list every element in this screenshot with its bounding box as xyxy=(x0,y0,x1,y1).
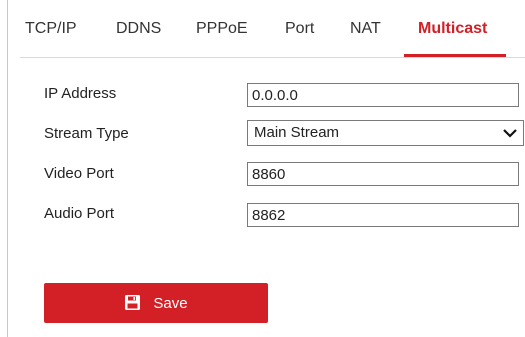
ip-address-input[interactable] xyxy=(247,83,519,107)
stream-type-selected-value: Main Stream xyxy=(254,124,340,141)
save-button-label: Save xyxy=(153,294,188,312)
chevron-down-icon xyxy=(503,129,517,138)
stream-type-select[interactable]: Main Stream xyxy=(247,120,524,146)
tab-pppoe[interactable]: PPPoE xyxy=(196,20,248,38)
tabs-divider xyxy=(20,57,525,58)
video-port-label: Video Port xyxy=(44,165,114,182)
audio-port-input[interactable] xyxy=(247,203,519,227)
tab-multicast[interactable]: Multicast xyxy=(418,20,487,38)
stream-type-label: Stream Type xyxy=(44,125,129,142)
video-port-input[interactable] xyxy=(247,162,519,186)
tab-ddns[interactable]: DDNS xyxy=(116,20,161,38)
tab-port[interactable]: Port xyxy=(285,20,314,38)
tab-nat[interactable]: NAT xyxy=(350,20,381,38)
ip-address-label: IP Address xyxy=(44,85,117,102)
save-button[interactable]: Save xyxy=(44,283,268,323)
save-icon xyxy=(125,294,141,310)
audio-port-label: Audio Port xyxy=(44,205,115,222)
tab-tcpip[interactable]: TCP/IP xyxy=(25,20,77,38)
tab-bar: TCP/IP DDNS PPPoE Port NAT Multicast xyxy=(8,0,525,57)
multicast-settings-panel: TCP/IP DDNS PPPoE Port NAT Multicast IP … xyxy=(7,0,525,337)
